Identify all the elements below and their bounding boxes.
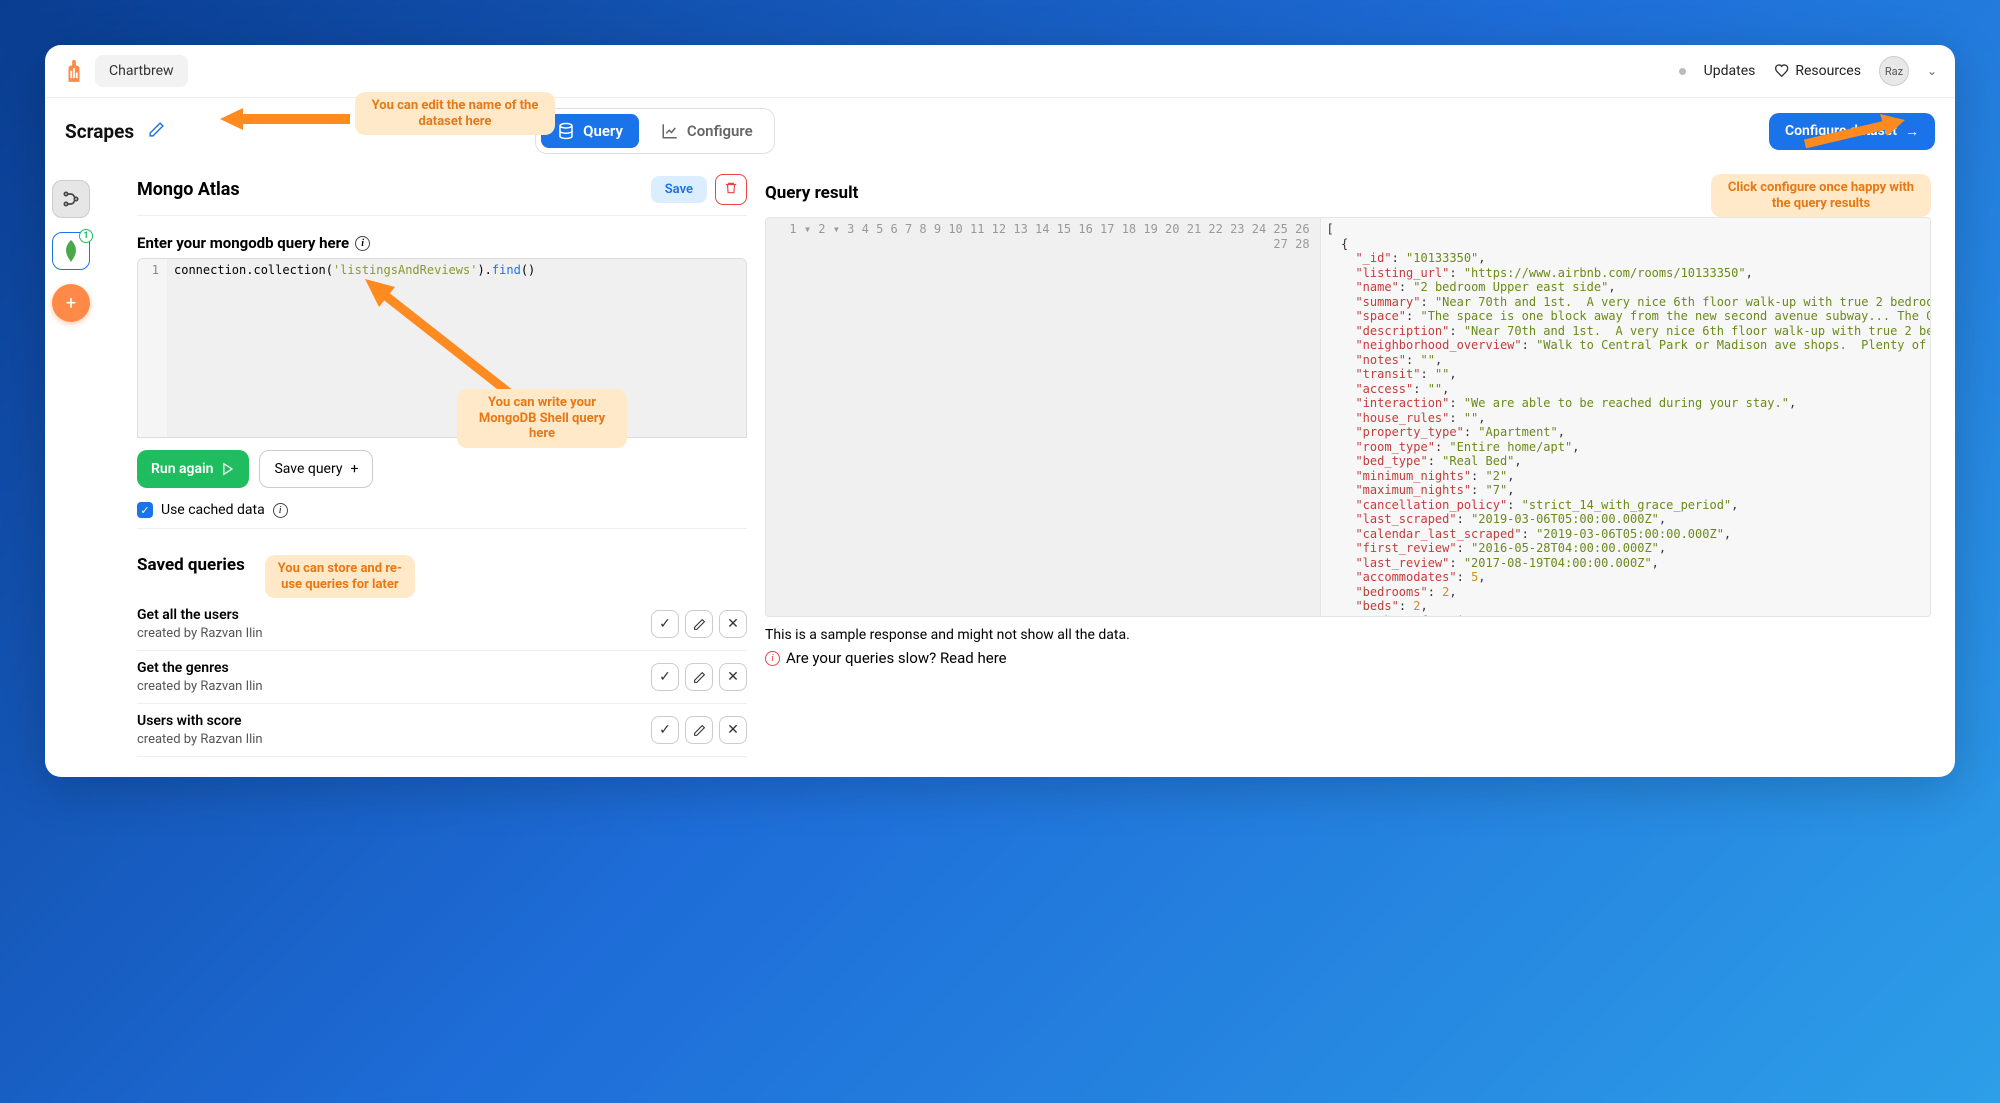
- sidebar: 1 +: [45, 164, 97, 777]
- app-window: Chartbrew Updates Resources Raz ⌄ Scrape…: [45, 45, 1955, 777]
- json-gutter: 1 ▾ 2 ▾ 3 4 5 6 7 8 9 10 11 12 13 14 15 …: [766, 218, 1321, 616]
- chartbrew-logo-icon: [63, 58, 85, 84]
- saved-query-name: Users with score: [137, 713, 645, 729]
- play-icon: [221, 462, 235, 476]
- run-again-button[interactable]: Run again: [137, 450, 249, 488]
- arrow-right-icon: →: [1905, 123, 1919, 140]
- delete-button[interactable]: [715, 174, 747, 205]
- main-panels: Mongo Atlas Save Enter your mongodb quer…: [97, 164, 1955, 777]
- saved-query-item: Get all the users created by Razvan Ilin…: [137, 598, 747, 651]
- json-body: [ { "_id": "10133350", "listing_url": "h…: [1321, 218, 1930, 616]
- sidebar-add-button[interactable]: +: [52, 284, 90, 322]
- heart-handshake-icon: [1773, 63, 1789, 79]
- tab-query[interactable]: Query: [541, 114, 639, 148]
- plus-icon: +: [350, 461, 358, 477]
- tab-configure[interactable]: Configure: [645, 114, 769, 148]
- mongodb-leaf-icon: [63, 240, 79, 262]
- query-label: Enter your mongodb query here i: [137, 234, 747, 252]
- use-query-button[interactable]: ✓: [651, 610, 679, 638]
- info-icon[interactable]: i: [355, 236, 370, 251]
- edit-query-button[interactable]: [685, 663, 713, 691]
- callout-configure: Click configure once happy with the quer…: [1711, 174, 1931, 217]
- left-panel: Mongo Atlas Save Enter your mongodb quer…: [137, 174, 747, 757]
- use-cached-label: Use cached data: [161, 502, 265, 518]
- save-button[interactable]: Save: [651, 176, 707, 203]
- topbar: Chartbrew Updates Resources Raz ⌄: [45, 45, 1955, 98]
- edit-query-button[interactable]: [685, 716, 713, 744]
- resources-link[interactable]: Resources: [1773, 63, 1861, 79]
- updates-link[interactable]: Updates: [1704, 63, 1756, 79]
- arrow-annotation-icon: [215, 104, 355, 134]
- configure-dataset-button[interactable]: Configure dataset →: [1769, 113, 1935, 150]
- callout-edit-name: You can edit the name of the dataset her…: [355, 92, 555, 135]
- save-query-button[interactable]: Save query +: [259, 450, 373, 488]
- info-icon: i: [765, 651, 780, 666]
- saved-query-author: created by Razvan Ilin: [137, 679, 645, 694]
- use-cached-row: ✓ Use cached data i: [137, 502, 747, 518]
- callout-store-reuse: You can store and re-use queries for lat…: [265, 555, 415, 598]
- saved-query-author: created by Razvan Ilin: [137, 732, 645, 747]
- avatar[interactable]: Raz: [1879, 56, 1909, 86]
- body: 1 + Mongo Atlas Save Enter your mongodb …: [45, 164, 1955, 777]
- sidebar-mongo-connection[interactable]: 1: [52, 232, 90, 270]
- saved-query-author: created by Razvan Ilin: [137, 626, 645, 641]
- chevron-down-icon[interactable]: ⌄: [1927, 64, 1937, 78]
- trash-icon: [724, 181, 738, 195]
- slow-queries-link[interactable]: i Are your queries slow? Read here: [765, 649, 1931, 667]
- connection-title: Mongo Atlas: [137, 179, 240, 200]
- info-icon[interactable]: i: [273, 503, 288, 518]
- sample-note: This is a sample response and might not …: [765, 627, 1931, 643]
- saved-query-name: Get all the users: [137, 607, 645, 623]
- delete-query-button[interactable]: ✕: [719, 716, 747, 744]
- gutter: 1: [138, 259, 168, 437]
- delete-query-button[interactable]: ✕: [719, 663, 747, 691]
- edit-name-icon[interactable]: [148, 121, 165, 142]
- sidebar-flow-icon[interactable]: [52, 180, 90, 218]
- brand-name[interactable]: Chartbrew: [95, 55, 188, 87]
- use-query-button[interactable]: ✓: [651, 716, 679, 744]
- divider: [137, 215, 747, 216]
- use-cached-checkbox[interactable]: ✓: [137, 502, 153, 518]
- chart-icon: [661, 122, 679, 140]
- database-icon: [557, 122, 575, 140]
- use-query-button[interactable]: ✓: [651, 663, 679, 691]
- edit-query-button[interactable]: [685, 610, 713, 638]
- divider: [137, 528, 747, 529]
- connection-badge: 1: [79, 229, 93, 243]
- delete-query-button[interactable]: ✕: [719, 610, 747, 638]
- query-editor[interactable]: 1 connection.collection('listingsAndRevi…: [137, 258, 747, 438]
- saved-query-name: Get the genres: [137, 660, 645, 676]
- query-result-title: Query result: [765, 183, 858, 203]
- tab-segment: Query Configure: [535, 108, 775, 154]
- right-panel: Query result Click configure once happy …: [765, 174, 1931, 757]
- plus-icon: +: [66, 293, 76, 314]
- toolbar: Scrapes You can edit the name of the dat…: [45, 98, 1955, 164]
- dataset-name: Scrapes: [65, 120, 134, 143]
- status-dot-icon: [1679, 68, 1686, 75]
- json-result-viewer[interactable]: 1 ▾ 2 ▾ 3 4 5 6 7 8 9 10 11 12 13 14 15 …: [765, 217, 1931, 617]
- saved-query-item: Get the genres created by Razvan Ilin ✓ …: [137, 651, 747, 704]
- saved-query-item: Users with score created by Razvan Ilin …: [137, 704, 747, 757]
- saved-queries-title: Saved queries: [137, 555, 245, 575]
- code-line[interactable]: connection.collection('listingsAndReview…: [168, 259, 746, 437]
